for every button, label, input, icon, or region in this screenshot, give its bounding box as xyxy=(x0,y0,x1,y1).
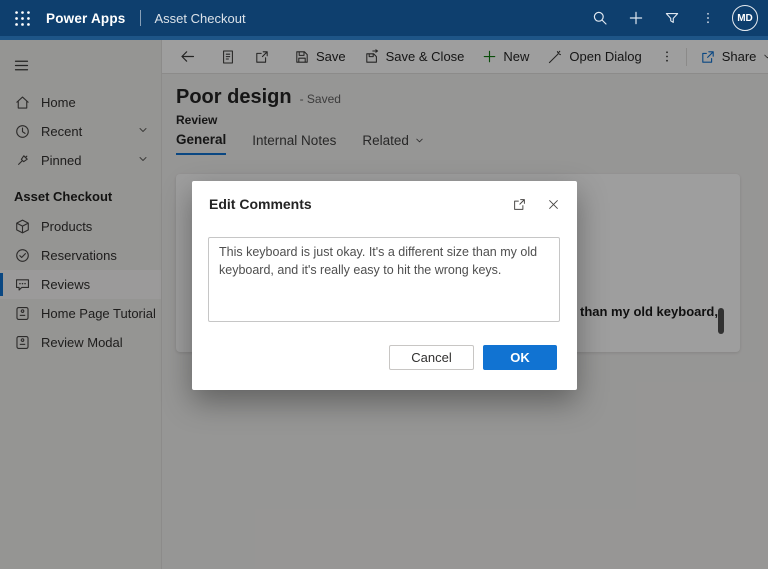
avatar[interactable]: MD xyxy=(732,5,758,31)
cancel-button[interactable]: Cancel xyxy=(389,345,474,370)
ok-button[interactable]: OK xyxy=(483,345,557,370)
app-name: Power Apps xyxy=(46,11,126,26)
power-apps-window: Power Apps Asset Checkout xyxy=(0,0,768,569)
waffle-icon[interactable] xyxy=(4,0,40,36)
more-vertical-icon[interactable] xyxy=(692,2,724,34)
filter-icon[interactable] xyxy=(656,2,688,34)
top-nav-bar: Power Apps Asset Checkout xyxy=(0,0,768,36)
edit-comments-dialog: Edit Comments This keyboard is just okay… xyxy=(192,181,577,390)
comments-textarea[interactable]: This keyboard is just okay. It's a diffe… xyxy=(208,237,560,322)
close-icon[interactable] xyxy=(543,194,563,214)
dialog-title: Edit Comments xyxy=(209,196,312,212)
header-accent-strip xyxy=(0,36,768,40)
expand-dialog-icon[interactable] xyxy=(509,194,529,214)
header-divider xyxy=(140,10,141,26)
environment-name[interactable]: Asset Checkout xyxy=(155,11,246,26)
add-icon[interactable] xyxy=(620,2,652,34)
search-icon[interactable] xyxy=(584,2,616,34)
